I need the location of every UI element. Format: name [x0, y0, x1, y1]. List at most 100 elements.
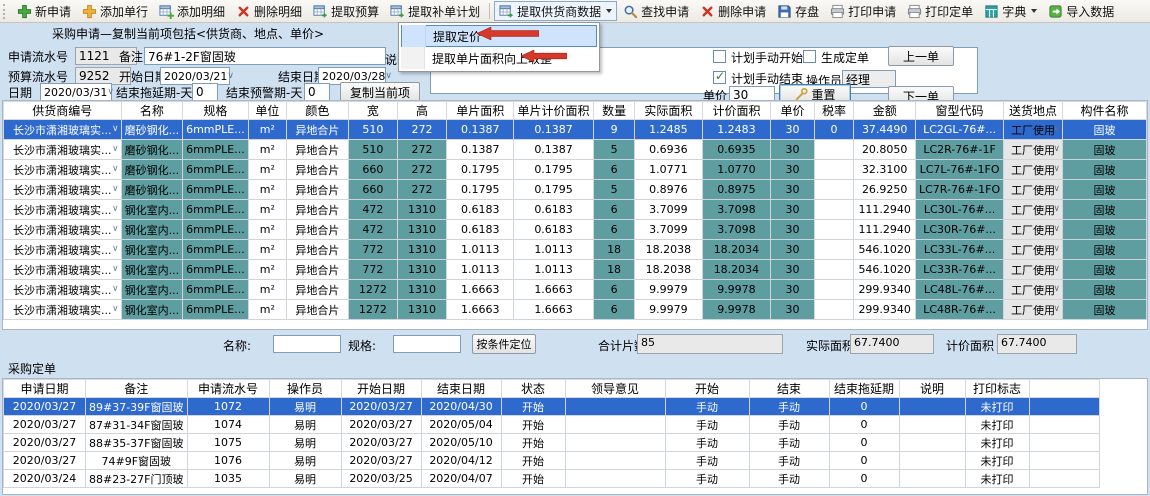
cell-end_delay[interactable]: 0: [829, 470, 899, 488]
cell-unit[interactable]: m²: [248, 140, 286, 160]
cell-supplier[interactable]: 长沙市潇湘玻璃实...∨: [4, 180, 122, 200]
copy-current-button[interactable]: 复制当前项: [340, 82, 420, 102]
cell-piece_price_area[interactable]: 1.6663: [514, 300, 594, 320]
cell-amount[interactable]: 546.1020: [854, 260, 916, 280]
cell-height[interactable]: 1310: [397, 280, 446, 300]
cell-actual_area[interactable]: 1.2485: [635, 120, 702, 140]
cell-piece_area[interactable]: 0.6183: [447, 200, 514, 220]
cell-unit_price[interactable]: 30: [771, 280, 814, 300]
cell-unit[interactable]: m²: [248, 240, 286, 260]
column-header-piece_price_area[interactable]: 单片计价面积: [514, 102, 594, 120]
cell-request_date[interactable]: 2020/03/27: [4, 452, 86, 470]
cell-color[interactable]: 异地合片: [286, 220, 348, 240]
cell-component_name[interactable]: 固玻: [1062, 280, 1146, 300]
cell-color[interactable]: 异地合片: [286, 240, 348, 260]
cell-piece_price_area[interactable]: 0.1795: [514, 160, 594, 180]
cell-actual_area[interactable]: 1.0771: [635, 160, 702, 180]
column-header-end_delay[interactable]: 结束拖延期: [829, 380, 899, 398]
column-header-start_date[interactable]: 开始日期: [341, 380, 421, 398]
cell-end_date[interactable]: 2020/05/10: [421, 434, 501, 452]
column-header-width[interactable]: 宽: [348, 102, 397, 120]
cell-note[interactable]: [899, 470, 965, 488]
cell-spec[interactable]: 6mmPLE...: [183, 240, 249, 260]
cell-height[interactable]: 1310: [397, 220, 446, 240]
toolbar-button[interactable]: 删除明细: [231, 1, 307, 21]
table-row[interactable]: 长沙市潇湘玻璃实...∨钢化室内...6mmPLE...m²异地合片472131…: [4, 220, 1147, 240]
cell-start[interactable]: 手动: [665, 452, 749, 470]
cell-remark[interactable]: 87#31-34F窗固玻: [86, 416, 188, 434]
cell-status[interactable]: 开始: [501, 470, 565, 488]
toolbar-button[interactable]: 提取预算: [308, 1, 384, 21]
cell-end_delay[interactable]: 0: [829, 398, 899, 416]
cell-color[interactable]: 异地合片: [286, 260, 348, 280]
cell-piece_price_area[interactable]: 1.0113: [514, 240, 594, 260]
cell-spec[interactable]: 6mmPLE...: [183, 280, 249, 300]
cell-color[interactable]: 异地合片: [286, 300, 348, 320]
locate-by-condition-button[interactable]: 按条件定位: [472, 334, 536, 354]
cell-piece_area[interactable]: 0.1387: [447, 120, 514, 140]
cell-actual_area[interactable]: 0.6936: [635, 140, 702, 160]
table-row[interactable]: 长沙市潇湘玻璃实...∨钢化室内...6mmPLE...m²异地合片472131…: [4, 200, 1147, 220]
column-header-piece_area[interactable]: 单片面积: [447, 102, 514, 120]
cell-piece_area[interactable]: 1.0113: [447, 260, 514, 280]
menu-item[interactable]: 提取单片面积向上取整: [401, 47, 597, 69]
cell-request_no[interactable]: 1075: [187, 434, 269, 452]
cell-tax_rate[interactable]: [814, 200, 854, 220]
cell-tax_rate[interactable]: 0: [814, 120, 854, 140]
column-header-tax_rate[interactable]: 税率: [814, 102, 854, 120]
cell-unit[interactable]: m²: [248, 300, 286, 320]
cell-supplier[interactable]: 长沙市潇湘玻璃实...∨: [4, 220, 122, 240]
name-filter-input[interactable]: [273, 335, 341, 353]
table-row[interactable]: 2020/03/2787#31-34F窗固玻1074易明2020/03/2720…: [4, 416, 1100, 434]
cell-request_date[interactable]: 2020/03/27: [4, 434, 86, 452]
cell-tax_rate[interactable]: [814, 160, 854, 180]
cell-price_area[interactable]: 9.9978: [702, 300, 771, 320]
column-header-note[interactable]: 说明: [899, 380, 965, 398]
cell-request_no[interactable]: 1074: [187, 416, 269, 434]
cell-tax_rate[interactable]: [814, 260, 854, 280]
cell-unit_price[interactable]: 30: [771, 160, 814, 180]
cell-amount[interactable]: 32.3100: [854, 160, 916, 180]
cell-actual_area[interactable]: 9.9979: [635, 300, 702, 320]
cell-request_date[interactable]: 2020/03/27: [4, 416, 86, 434]
spec-filter-input[interactable]: [393, 335, 461, 353]
cell-piece_price_area[interactable]: 1.0113: [514, 260, 594, 280]
column-header-filler[interactable]: [1029, 380, 1099, 398]
cell-print_flag[interactable]: 未打印: [965, 434, 1029, 452]
cell-price_area[interactable]: 9.9978: [702, 280, 771, 300]
cell-name[interactable]: 钢化室内...: [121, 220, 183, 240]
cell-height[interactable]: 272: [397, 180, 446, 200]
cell-leader_opinion[interactable]: [565, 470, 665, 488]
cell-actual_area[interactable]: 0.8976: [635, 180, 702, 200]
table-row[interactable]: 2020/03/2788#35-37F窗固玻1075易明2020/03/2720…: [4, 434, 1100, 452]
cell-tax_rate[interactable]: [814, 220, 854, 240]
cell-delivery_place[interactable]: 工厂使用∨: [1004, 300, 1063, 320]
cell-end_date[interactable]: 2020/04/07: [421, 470, 501, 488]
table-row[interactable]: 长沙市潇湘玻璃实...∨磨砂钢化...6mmPLE...m²异地合片660272…: [4, 180, 1147, 200]
cell-component_name[interactable]: 固玻: [1062, 260, 1146, 280]
cell-supplier[interactable]: 长沙市潇湘玻璃实...∨: [4, 140, 122, 160]
cell-leader_opinion[interactable]: [565, 398, 665, 416]
cell-delivery_place[interactable]: 工厂使用∨: [1004, 140, 1063, 160]
cell-leader_opinion[interactable]: [565, 452, 665, 470]
column-header-spec[interactable]: 规格: [183, 102, 249, 120]
cell-supplier[interactable]: 长沙市潇湘玻璃实...∨: [4, 160, 122, 180]
cell-unit_price[interactable]: 30: [771, 180, 814, 200]
column-header-height[interactable]: 高: [397, 102, 446, 120]
cell-name[interactable]: 磨砂钢化...: [121, 120, 183, 140]
cell-height[interactable]: 1310: [397, 200, 446, 220]
toolbar-button[interactable]: 提取供货商数据: [494, 1, 617, 21]
table-row[interactable]: 2020/03/2789#37-39F窗固玻1072易明2020/03/2720…: [4, 398, 1100, 416]
cell-qty[interactable]: 6: [593, 280, 635, 300]
cell-price_area[interactable]: 18.2034: [702, 240, 771, 260]
cell-spec[interactable]: 6mmPLE...: [183, 260, 249, 280]
cell-color[interactable]: 异地合片: [286, 140, 348, 160]
cell-window_code[interactable]: LC30R-76#...: [915, 220, 1003, 240]
cell-delivery_place[interactable]: 工厂使用∨: [1004, 200, 1063, 220]
column-header-actual_area[interactable]: 实际面积: [635, 102, 702, 120]
cell-supplier[interactable]: 长沙市潇湘玻璃实...∨: [4, 300, 122, 320]
cell-piece_area[interactable]: 1.6663: [447, 280, 514, 300]
cell-window_code[interactable]: LC2GL-76#...: [915, 120, 1003, 140]
cell-delivery_place[interactable]: 工厂使用∨: [1004, 120, 1063, 140]
cell-supplier[interactable]: 长沙市潇湘玻璃实...∨: [4, 200, 122, 220]
